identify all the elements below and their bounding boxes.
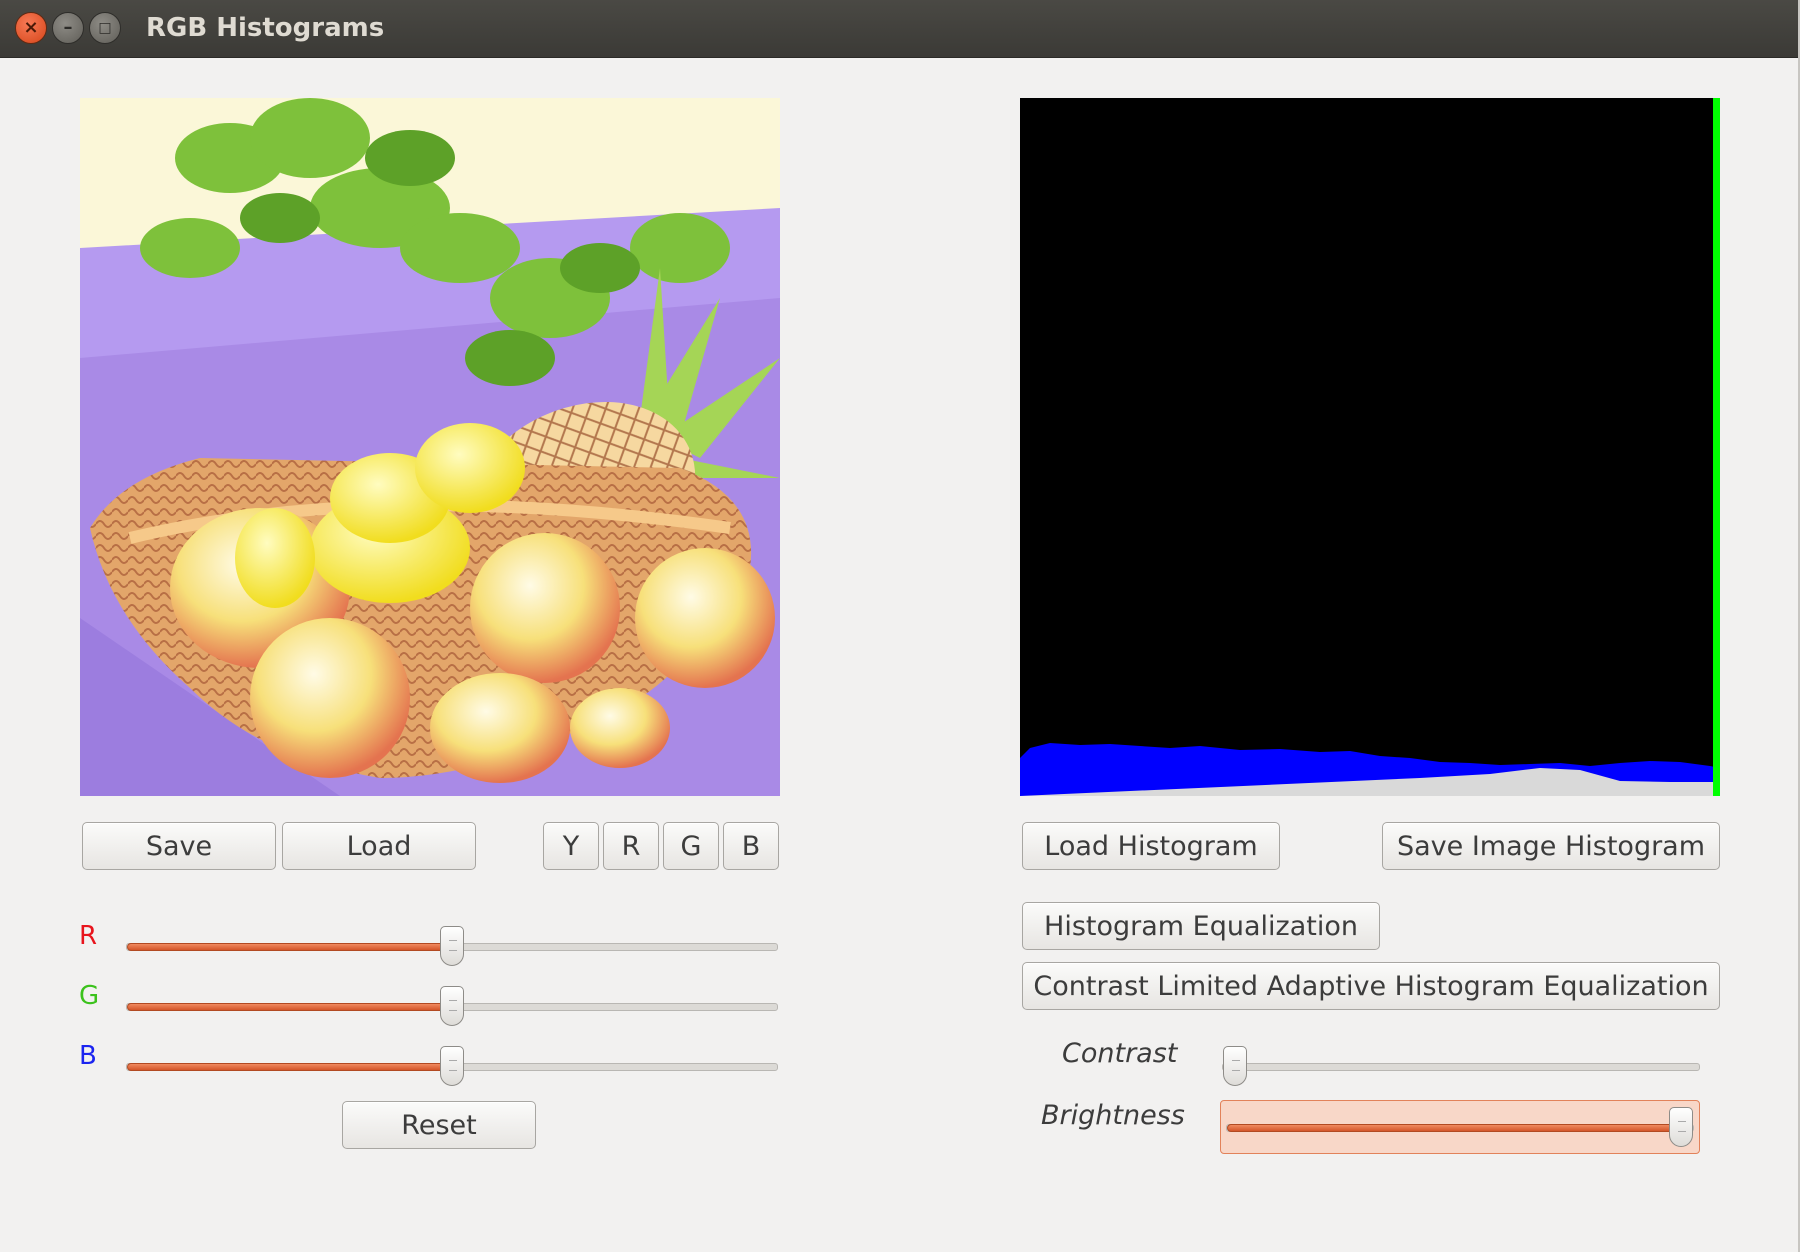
load-histogram-button[interactable]: Load Histogram [1022,822,1280,870]
r-slider-label: R [79,921,98,951]
g-slider-handle[interactable] [440,986,464,1026]
brightness-slider[interactable] [1226,1107,1694,1147]
r-slider[interactable] [126,926,778,966]
channel-b-button[interactable]: B [723,822,779,870]
minimize-icon[interactable]: – [52,12,84,44]
contrast-slider-handle[interactable] [1223,1046,1247,1086]
channel-r-button[interactable]: R [603,822,659,870]
r-slider-fill [127,943,452,951]
channel-y-button[interactable]: Y [543,822,599,870]
r-slider-handle[interactable] [440,926,464,966]
channel-g-button[interactable]: G [663,822,719,870]
load-button[interactable]: Load [282,822,476,870]
b-slider-label: B [79,1041,97,1071]
b-slider-handle[interactable] [440,1046,464,1086]
clahe-button[interactable]: Contrast Limited Adaptive Histogram Equa… [1022,962,1720,1010]
histogram-display [1020,98,1720,796]
contrast-slider[interactable] [1222,1046,1700,1086]
close-icon[interactable]: × [15,12,47,44]
b-slider[interactable] [126,1046,778,1086]
brightness-slider-handle[interactable] [1669,1107,1693,1147]
histogram-equalization-button[interactable]: Histogram Equalization [1022,902,1380,950]
title-bar: × – □ RGB Histograms [0,0,1798,58]
g-slider[interactable] [126,986,778,1026]
save-image-histogram-button[interactable]: Save Image Histogram [1382,822,1720,870]
brightness-label: Brightness [1041,1100,1185,1131]
image-preview [80,98,780,796]
b-slider-fill [127,1063,452,1071]
g-slider-fill [127,1003,452,1011]
g-slider-label: G [79,981,100,1011]
brightness-slider-fill [1227,1124,1693,1132]
reset-button[interactable]: Reset [342,1101,536,1149]
save-button[interactable]: Save [82,822,276,870]
histogram-plot [1020,98,1720,796]
app-window: × – □ RGB Histograms Save Load Y R G B R… [0,0,1800,1252]
contrast-label: Contrast [1062,1038,1178,1069]
fruit-basket-image [80,98,780,796]
window-title: RGB Histograms [146,13,385,43]
maximize-icon[interactable]: □ [89,12,121,44]
